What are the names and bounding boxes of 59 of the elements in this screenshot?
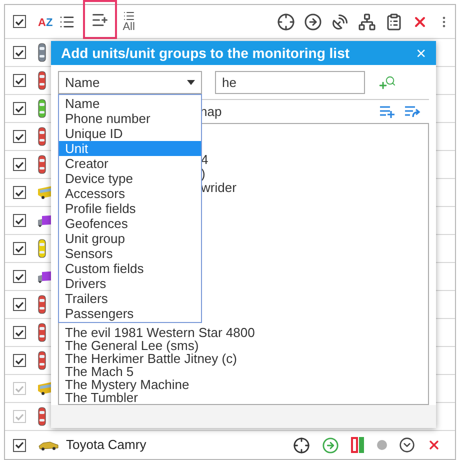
dialog-title: Add units/unit groups to the monitoring list xyxy=(61,44,350,63)
network-icon[interactable] xyxy=(358,12,376,30)
status-dot xyxy=(377,440,387,450)
dropdown-option[interactable]: Passengers xyxy=(59,306,201,322)
result-item[interactable]: The evil 1981 Western Star 4800 xyxy=(65,326,255,340)
checkbox[interactable] xyxy=(13,158,26,171)
result-item[interactable]: 4 xyxy=(201,153,208,168)
search-add-icon[interactable] xyxy=(378,74,396,91)
crosshair-icon[interactable] xyxy=(293,436,310,454)
checkbox[interactable] xyxy=(13,354,26,367)
result-item[interactable]: The Herkimer Battle Jitney (c) xyxy=(65,352,237,366)
dropdown-icon[interactable] xyxy=(399,437,415,453)
arrow-circle-icon[interactable] xyxy=(304,12,322,30)
result-item[interactable]: The Tumbler xyxy=(65,391,138,404)
result-item[interactable]: The Mystery Machine xyxy=(65,378,190,392)
result-item[interactable]: wrider xyxy=(201,181,236,196)
all-list-button[interactable]: All xyxy=(122,10,135,33)
satellite-icon[interactable] xyxy=(331,12,349,30)
delete-icon[interactable] xyxy=(427,438,441,452)
checkbox[interactable] xyxy=(13,242,26,255)
list-icon[interactable] xyxy=(58,14,75,30)
checkbox[interactable] xyxy=(13,270,26,283)
status-bars-icon xyxy=(351,437,365,453)
checkbox[interactable] xyxy=(13,438,26,452)
dropdown-option[interactable]: Geofences xyxy=(59,216,201,232)
dropdown-option[interactable]: Device type xyxy=(59,171,201,186)
dropdown-option[interactable]: Phone number xyxy=(59,111,201,126)
result-item[interactable]: The General Lee (sms) xyxy=(65,339,199,352)
caret-icon xyxy=(187,80,195,86)
checkbox[interactable] xyxy=(13,102,26,115)
dropdown-option[interactable]: Accessors xyxy=(59,186,201,202)
unit-name: Toyota Camry xyxy=(66,436,146,454)
unit-row[interactable]: Toyota Camry xyxy=(5,431,455,459)
checkbox[interactable] xyxy=(13,74,26,87)
clipboard-icon[interactable] xyxy=(385,12,403,30)
dropdown-option[interactable]: Name xyxy=(59,96,201,112)
dropdown-option[interactable]: Unique ID xyxy=(59,126,201,142)
dropdown-option[interactable]: Drivers xyxy=(59,276,201,292)
checkbox[interactable] xyxy=(13,46,26,59)
dropdown-option[interactable]: Creator xyxy=(59,156,201,172)
dropdown-option[interactable]: Profile fields xyxy=(59,201,201,216)
move-to-list-icon[interactable] xyxy=(405,106,421,118)
result-item[interactable]: The Mach 5 xyxy=(65,365,134,378)
checkbox[interactable] xyxy=(13,130,26,143)
dropdown-option[interactable]: Custom fields xyxy=(59,261,201,276)
dropdown-option[interactable]: Trailers xyxy=(59,291,201,306)
search-field[interactable]: he xyxy=(215,71,365,94)
add-to-list-icon[interactable] xyxy=(380,106,396,118)
crosshair-icon[interactable] xyxy=(277,12,295,30)
dropdown-option[interactable]: Unit group xyxy=(59,231,201,246)
dropdown-option[interactable]: Sensors xyxy=(59,246,201,262)
sort-button[interactable]: AZ xyxy=(38,14,53,29)
checkbox[interactable] xyxy=(13,298,26,311)
checkbox[interactable] xyxy=(13,186,26,199)
checkbox[interactable] xyxy=(13,15,26,28)
checkbox[interactable] xyxy=(13,214,26,227)
add-list-button[interactable] xyxy=(82,0,117,39)
filter-select[interactable]: Name xyxy=(58,71,202,94)
checkbox[interactable] xyxy=(13,326,26,339)
